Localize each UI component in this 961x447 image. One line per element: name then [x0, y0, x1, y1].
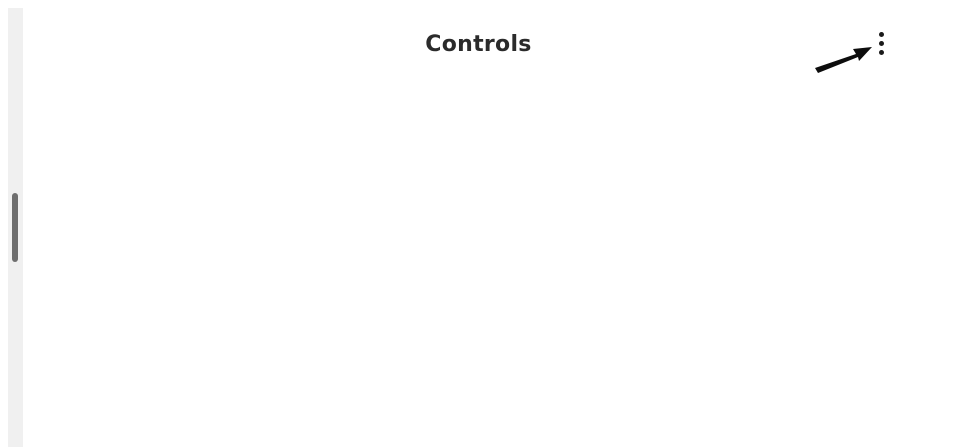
menu-dot: [878, 50, 884, 55]
arrow-pointer-icon: [815, 47, 872, 73]
menu-dot: [878, 32, 884, 37]
controls-panel: Controls: [0, 0, 961, 447]
controls-content-area: [24, 90, 961, 447]
scrollbar-thumb[interactable]: [12, 193, 18, 262]
page-title: Controls: [425, 32, 532, 57]
menu-dot: [878, 41, 884, 46]
more-vertical-icon[interactable]: [872, 32, 890, 62]
